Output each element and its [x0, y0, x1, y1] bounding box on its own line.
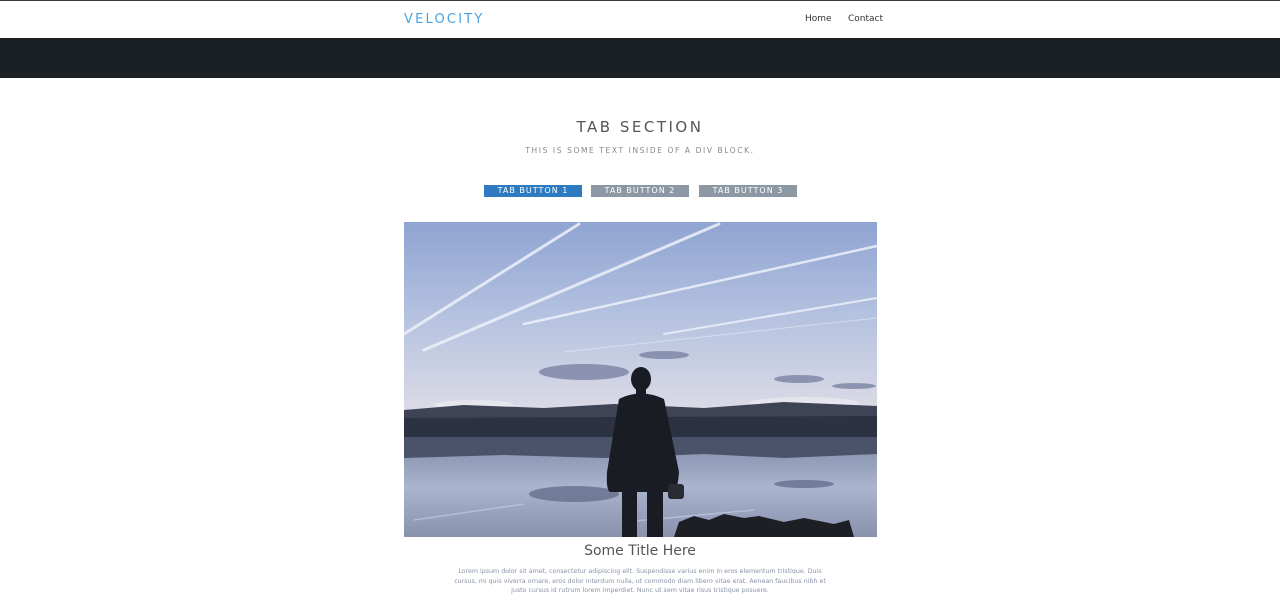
navbar: VELOCITY Home Contact: [0, 1, 1280, 38]
hero-band: [0, 38, 1280, 78]
card-body-text: Lorem ipsum dolor sit amet, consectetur …: [454, 568, 826, 594]
card-title: Some Title Here: [584, 543, 696, 559]
section-title: TAB SECTION: [576, 118, 704, 136]
tab-button-1[interactable]: TAB BUTTON 1: [484, 185, 582, 197]
brand-logo[interactable]: VELOCITY: [404, 12, 485, 27]
nav-link-contact[interactable]: Contact: [848, 14, 883, 24]
tab-button-3[interactable]: TAB BUTTON 3: [699, 185, 797, 197]
tab-button-2[interactable]: TAB BUTTON 2: [591, 185, 689, 197]
tab-image-man-at-lake: [404, 222, 877, 537]
nav-link-home[interactable]: Home: [805, 14, 832, 24]
section-subtitle: THIS IS SOME TEXT INSIDE OF A DIV BLOCK.: [525, 146, 755, 155]
